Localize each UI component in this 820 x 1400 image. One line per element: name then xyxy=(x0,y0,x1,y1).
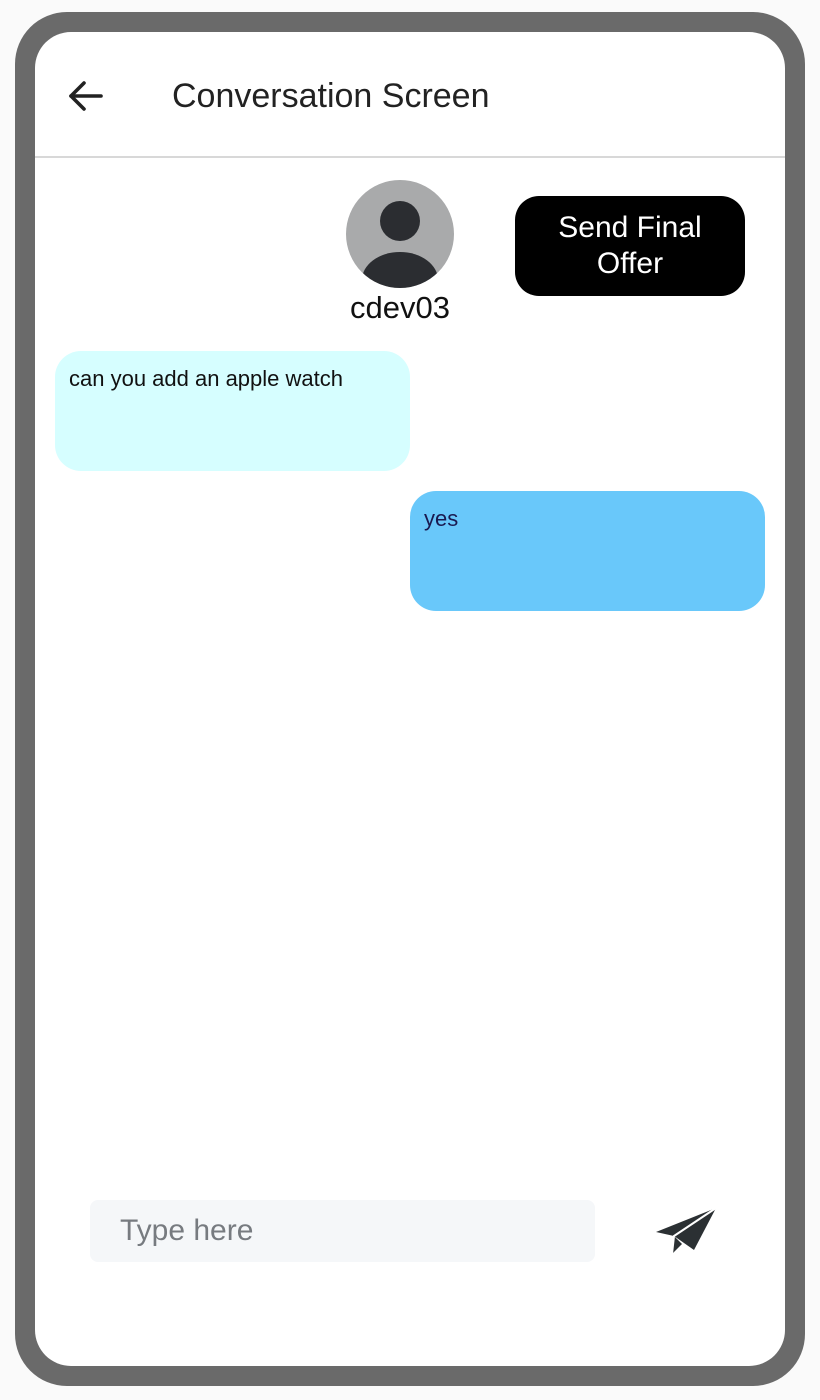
arrow-left-icon xyxy=(69,81,103,111)
send-final-offer-button[interactable]: Send Final Offer xyxy=(515,196,745,296)
person-silhouette-icon xyxy=(362,201,438,288)
message-bubble-sent: yes xyxy=(410,491,765,611)
message-text: yes xyxy=(424,506,459,531)
message-input[interactable] xyxy=(90,1200,595,1262)
contact-username: cdev03 xyxy=(350,290,450,325)
paper-plane-icon xyxy=(656,1207,717,1255)
avatar xyxy=(346,180,454,288)
page-title: Conversation Screen xyxy=(172,77,490,115)
app-screen: Conversation Screen cdev03 Send Final Of… xyxy=(35,32,785,1366)
back-button[interactable] xyxy=(63,74,107,118)
send-message-button[interactable] xyxy=(651,1202,721,1262)
message-bubble-received: can you add an apple watch xyxy=(55,351,410,471)
message-text: can you add an apple watch xyxy=(69,366,343,391)
app-header: Conversation Screen xyxy=(35,32,785,158)
